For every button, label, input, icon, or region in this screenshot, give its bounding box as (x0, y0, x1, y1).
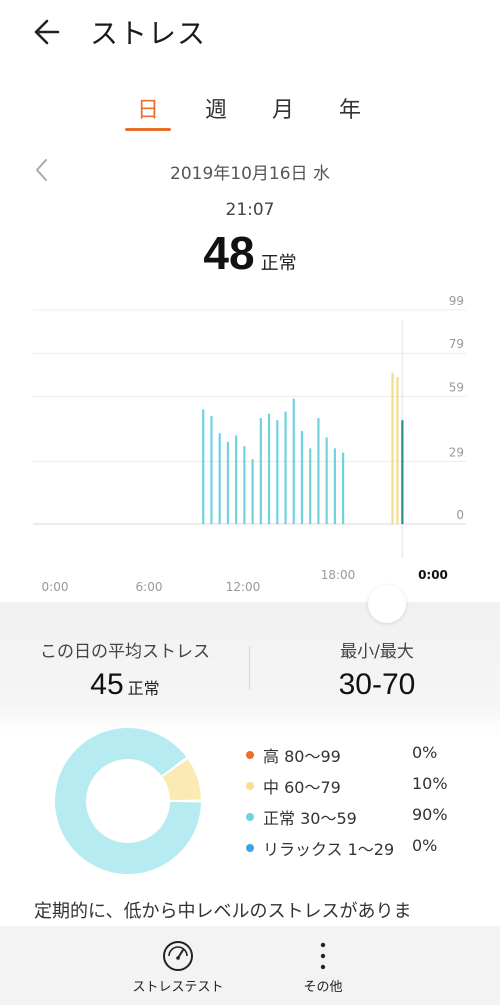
stress-bar (267, 413, 271, 524)
gauge-icon (163, 941, 193, 971)
y-tick-label: 59 (449, 380, 464, 394)
donut-segment-normal (54, 727, 201, 874)
stress-bar (292, 398, 295, 524)
stress-bar (396, 377, 399, 524)
more-label: その他 (303, 980, 343, 995)
stress-bar (276, 420, 279, 524)
x-tick-label: 6:00 (136, 580, 163, 594)
date-label: 2019年10月16日 水 (170, 164, 330, 184)
arrow-left-icon (34, 19, 60, 45)
average-stress-label: この日の平均ストレス (40, 642, 210, 662)
selected-time: 21:07 (225, 200, 275, 220)
legend-percent-normal: 90% (412, 805, 448, 824)
legend-item-normal: 正常 30～59 90% (246, 805, 476, 831)
stress-bar (300, 431, 304, 524)
stress-bar (391, 372, 394, 524)
min-max-value: 30-70 (338, 668, 416, 701)
stress-bar (333, 448, 336, 524)
divider (249, 646, 250, 690)
legend-label-high: 高 80～99 (263, 747, 341, 766)
legend-item-medium: 中 60～79 10% (246, 774, 476, 800)
legend-dot-relax (246, 844, 254, 852)
stress-value: 48 (203, 227, 255, 279)
y-tick-label: 79 (449, 337, 464, 351)
tab-day[interactable]: 日 (118, 92, 178, 124)
legend-item-high: 高 80～99 0% (246, 743, 476, 769)
y-tick-label: 99 (449, 294, 464, 308)
current-stress: 48 正常 (0, 226, 500, 280)
stress-bar (309, 448, 312, 524)
stress-bar (401, 420, 404, 524)
time-scrubber-handle[interactable] (368, 585, 406, 623)
stress-summary-text: 定期的に、低から中レベルのストレスがありま (34, 901, 412, 922)
legend-label-relax: リラックス 1～29 (263, 840, 395, 859)
stress-status: 正常 (260, 253, 297, 274)
tab-month[interactable]: 月 (253, 92, 313, 124)
legend-percent-high: 0% (412, 743, 438, 762)
legend-dot-high (246, 751, 254, 759)
stress-distribution-donut (54, 727, 201, 874)
back-button[interactable] (28, 14, 72, 50)
x-tick-label: 0:00 (418, 568, 448, 582)
legend-label-normal: 正常 30～59 (263, 809, 357, 828)
stress-bar (342, 452, 345, 524)
active-tab-indicator (125, 128, 171, 131)
x-tick-label: 18:00 (321, 568, 356, 582)
stress-test-button[interactable]: ストレステスト (118, 938, 238, 998)
bottom-action-bar (0, 926, 500, 1005)
legend-percent-medium: 10% (412, 774, 448, 793)
average-stress-value: 45 (90, 668, 124, 701)
stress-bar (325, 437, 328, 524)
stress-bar (317, 418, 320, 524)
legend-percent-relax: 0% (412, 836, 438, 855)
more-vertical-icon (320, 942, 326, 970)
stress-bar (243, 446, 246, 524)
legend-item-relax: リラックス 1～29 0% (246, 836, 476, 862)
stress-bar (235, 435, 238, 524)
legend-dot-medium (246, 782, 254, 790)
stress-bar (210, 415, 213, 524)
stress-bar (226, 441, 230, 524)
stress-bar (251, 459, 254, 524)
min-max-label: 最小/最大 (340, 642, 414, 662)
more-button[interactable]: その他 (283, 938, 363, 998)
average-stress: 45 正常 (22, 668, 228, 702)
y-tick-label: 0 (456, 508, 464, 522)
average-stress-status: 正常 (127, 679, 160, 698)
legend-label-medium: 中 60～79 (263, 778, 341, 797)
stress-bar (259, 418, 262, 524)
stress-test-label: ストレステスト (132, 980, 224, 995)
stress-chart[interactable]: 99 79 59 29 0 0:00 6:00 12:00 18:00 0:00 (0, 290, 500, 610)
tab-week[interactable]: 週 (186, 92, 246, 124)
stress-bar (218, 433, 221, 524)
stress-bar (284, 411, 287, 524)
tab-year[interactable]: 年 (320, 92, 380, 124)
legend-dot-normal (246, 813, 254, 821)
x-tick-label: 0:00 (42, 580, 69, 594)
x-tick-label: 12:00 (226, 580, 261, 594)
stress-bar (202, 409, 205, 524)
y-tick-label: 29 (449, 445, 464, 459)
page-title: ストレス (90, 17, 207, 50)
